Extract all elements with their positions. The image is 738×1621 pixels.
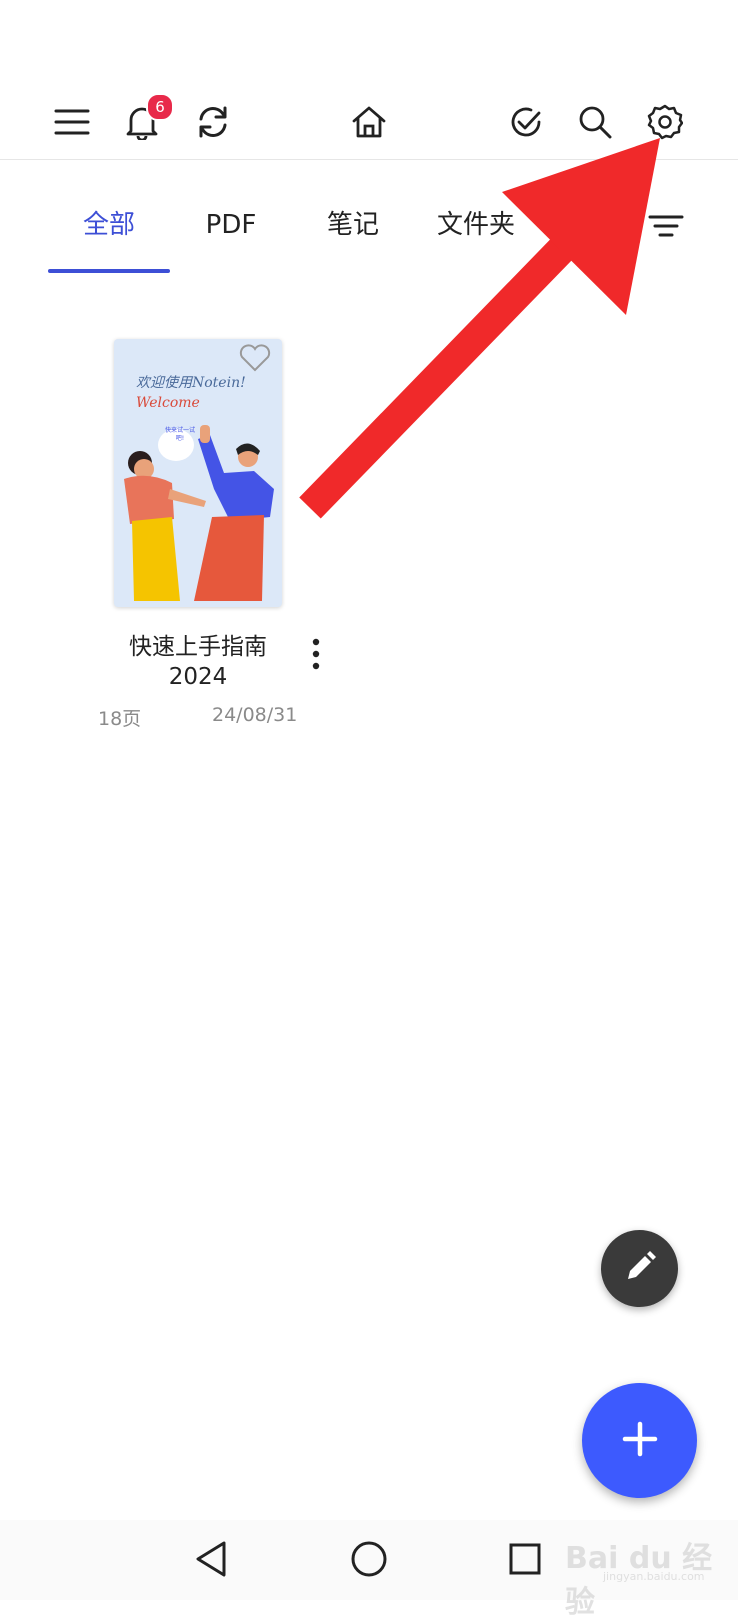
tab-all[interactable]: 全部 (48, 205, 170, 245)
plus-icon (622, 1421, 658, 1461)
more-vertical-icon[interactable] (304, 637, 328, 671)
document-title-line1: 快速上手指南 (129, 634, 267, 660)
notification-badge: 6 (146, 93, 174, 121)
baidu-watermark: Bai du 经验 jingyan.baidu.com (565, 1525, 715, 1620)
nav-recents-icon[interactable] (500, 1534, 550, 1584)
tab-indicator (48, 269, 170, 273)
document-thumbnail[interactable]: 欢迎使用Notein! Welcome (114, 339, 282, 607)
menu-icon[interactable] (50, 100, 94, 144)
edit-fab[interactable] (601, 1230, 678, 1307)
document-date: 24/08/31 (212, 704, 298, 726)
favorite-heart-icon[interactable] (238, 343, 272, 377)
pencil-icon (623, 1250, 657, 1288)
watermark-url: jingyan.baidu.com (603, 1570, 705, 1583)
nav-home-icon[interactable] (344, 1534, 394, 1584)
nav-back-icon[interactable] (186, 1534, 236, 1584)
sync-icon[interactable] (191, 100, 235, 144)
cover-bubble-text: 快来试一试吧! (164, 427, 195, 442)
annotation-arrow (299, 138, 660, 519)
cover-illustration (124, 425, 274, 601)
document-title-line2: 2024 (168, 664, 228, 690)
add-fab[interactable] (582, 1383, 697, 1498)
document-page-count: 18页 (98, 708, 142, 730)
document-title[interactable]: 快速上手指南 2024 (98, 632, 298, 692)
tab-pdf[interactable]: PDF (184, 205, 278, 245)
